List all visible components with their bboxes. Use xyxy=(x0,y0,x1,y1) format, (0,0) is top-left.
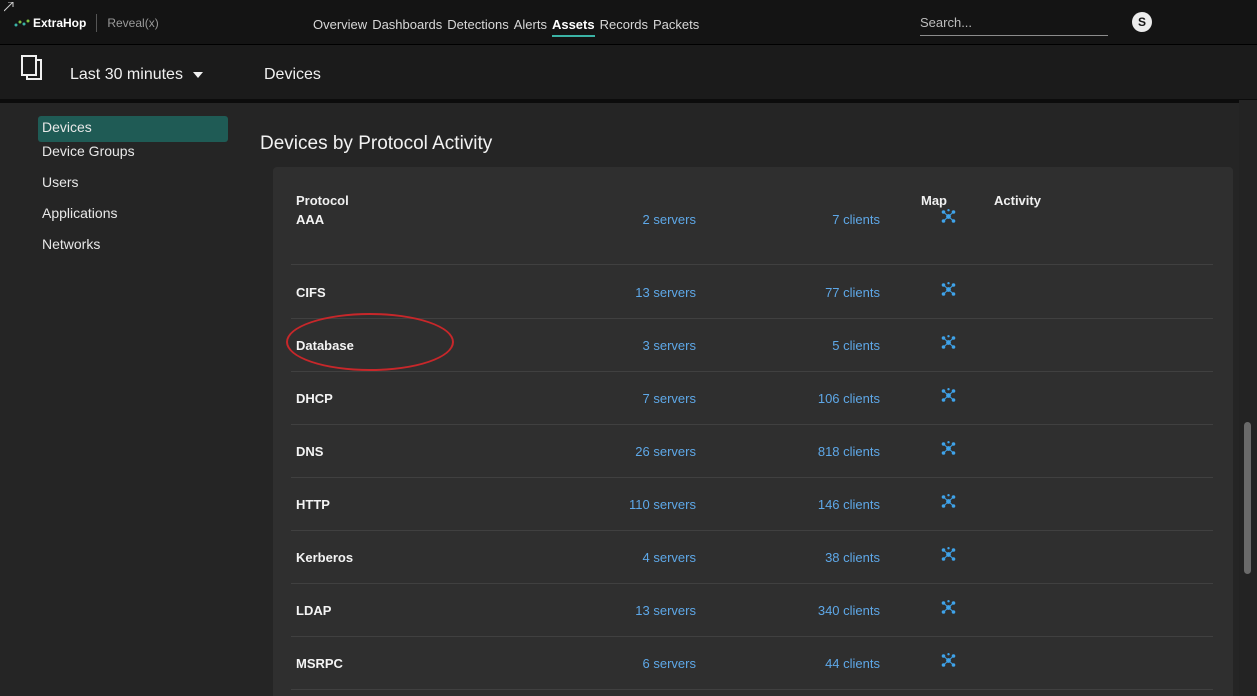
nav-overview[interactable]: Overview xyxy=(313,17,367,32)
table-row: Kerberos 4 servers 38 clients xyxy=(291,530,1213,584)
clients-link[interactable]: 146 clients xyxy=(818,497,880,512)
extrahop-logo-icon xyxy=(14,19,30,27)
scrollbar-track[interactable] xyxy=(1239,100,1257,696)
table-row: DNS 26 servers 818 clients xyxy=(291,424,1213,478)
network-map-icon[interactable] xyxy=(941,547,956,562)
nav-packets[interactable]: Packets xyxy=(653,17,699,32)
user-avatar[interactable]: S xyxy=(1132,12,1152,32)
table-row: MSRPC 6 servers 44 clients xyxy=(291,636,1213,690)
nav-dashboards[interactable]: Dashboards xyxy=(372,17,442,32)
servers-link[interactable]: 26 servers xyxy=(635,444,696,459)
network-map-icon[interactable] xyxy=(941,282,956,297)
protocol-name: LDAP xyxy=(296,603,332,618)
sub-header: Last 30 minutes Devices xyxy=(0,45,1257,103)
protocol-name: MSRPC xyxy=(296,656,343,671)
brand[interactable]: ExtraHop Reveal(x) xyxy=(14,14,159,32)
brand-divider xyxy=(96,14,98,32)
table-row: HTTP 110 servers 146 clients xyxy=(291,477,1213,531)
breadcrumb: Devices xyxy=(264,66,321,83)
table-row: LDAP 13 servers 340 clients xyxy=(291,583,1213,637)
nav-alerts[interactable]: Alerts xyxy=(514,17,547,32)
clients-link[interactable]: 340 clients xyxy=(818,603,880,618)
network-map-icon[interactable] xyxy=(941,209,956,224)
network-map-icon[interactable] xyxy=(941,335,956,350)
clients-link[interactable]: 7 clients xyxy=(832,212,880,227)
brand-name: ExtraHop xyxy=(33,16,87,30)
clients-link[interactable]: 77 clients xyxy=(825,285,880,300)
nav-records[interactable]: Records xyxy=(600,17,648,32)
protocol-table: Protocol Map Activity AAA 2 servers 7 clie… xyxy=(273,167,1233,696)
table-row: AAA 2 servers 7 clients xyxy=(291,193,1213,265)
network-map-icon[interactable] xyxy=(941,388,956,403)
servers-link[interactable]: 3 servers xyxy=(643,338,696,353)
servers-link[interactable]: 4 servers xyxy=(643,550,696,565)
protocol-name: HTTP xyxy=(296,497,330,512)
clients-link[interactable]: 38 clients xyxy=(825,550,880,565)
page-title: Devices by Protocol Activity xyxy=(260,133,493,154)
servers-link[interactable]: 13 servers xyxy=(635,603,696,618)
sidebar-item-devices[interactable]: Devices xyxy=(38,116,228,142)
nav-detections[interactable]: Detections xyxy=(447,17,508,32)
servers-link[interactable]: 13 servers xyxy=(635,285,696,300)
main-nav: Overview Dashboards Detections Alerts As… xyxy=(313,17,704,37)
scrollbar-thumb[interactable] xyxy=(1244,422,1251,574)
time-range-label: Last 30 minutes xyxy=(70,66,183,83)
servers-link[interactable]: 2 servers xyxy=(643,212,696,227)
clients-link[interactable]: 106 clients xyxy=(818,391,880,406)
nav-assets[interactable]: Assets xyxy=(551,17,595,37)
protocol-name: DNS xyxy=(296,444,324,459)
table-row: CIFS 13 servers 77 clients xyxy=(291,265,1213,319)
servers-link[interactable]: 7 servers xyxy=(643,391,696,406)
network-map-icon[interactable] xyxy=(941,653,956,668)
brand-product: Reveal(x) xyxy=(107,16,159,30)
protocol-name: Kerberos xyxy=(296,550,354,565)
highlight-annotation xyxy=(286,313,454,371)
search-input[interactable]: Search... xyxy=(920,15,1108,36)
sidebar: Devices Device Groups Users Applications… xyxy=(38,116,228,265)
protocol-name: CIFS xyxy=(296,285,326,300)
sidebar-item-users[interactable]: Users xyxy=(38,172,228,203)
network-map-icon[interactable] xyxy=(941,600,956,615)
protocol-name: DHCP xyxy=(296,391,333,406)
clients-link[interactable]: 44 clients xyxy=(825,656,880,671)
clients-link[interactable]: 5 clients xyxy=(832,338,880,353)
top-nav-bar: ExtraHop Reveal(x) Overview Dashboards D… xyxy=(0,0,1257,45)
sidebar-item-applications[interactable]: Applications xyxy=(38,203,228,234)
table-row: DHCP 7 servers 106 clients xyxy=(291,371,1213,425)
sidebar-item-device-groups[interactable]: Device Groups xyxy=(38,141,228,172)
devices-icon xyxy=(21,55,42,80)
sidebar-item-networks[interactable]: Networks xyxy=(38,234,228,265)
corner-arrow-icon xyxy=(4,2,14,12)
time-range-selector[interactable]: Last 30 minutes xyxy=(70,66,203,84)
servers-link[interactable]: 110 servers xyxy=(629,497,696,512)
servers-link[interactable]: 6 servers xyxy=(643,656,696,671)
network-map-icon[interactable] xyxy=(941,441,956,456)
protocol-name: AAA xyxy=(296,212,325,227)
network-map-icon[interactable] xyxy=(941,494,956,509)
clients-link[interactable]: 818 clients xyxy=(818,444,880,459)
chevron-down-icon xyxy=(192,72,203,78)
